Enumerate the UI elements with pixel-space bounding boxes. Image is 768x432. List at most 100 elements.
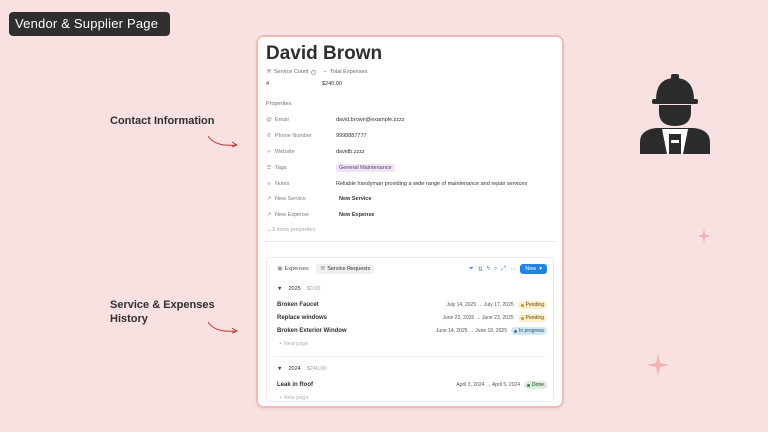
- tag-general-maintenance[interactable]: General Maintenance: [336, 164, 395, 172]
- group-amount: $240.00: [306, 366, 327, 372]
- page-badge-title: Vendor & Supplier Page: [9, 12, 170, 36]
- new-service-link[interactable]: New Service: [336, 195, 374, 203]
- filter-icon[interactable]: ⏷: [469, 266, 474, 273]
- new-page-button[interactable]: + New page: [279, 341, 309, 347]
- total-expenses-label[interactable]: ⌁ Total Expenses: [322, 69, 367, 75]
- more-properties-toggle[interactable]: ⌄ 3 more properties: [266, 225, 556, 235]
- properties-heading: Properties: [266, 101, 292, 107]
- text-icon: ≡: [267, 181, 271, 187]
- status-badge: Pending: [517, 314, 547, 322]
- history-label-line1: Service & Expenses: [110, 299, 215, 311]
- property-website[interactable]: ∞ Website davidb.zzzz: [266, 147, 556, 157]
- sparkle-icon: [647, 354, 669, 376]
- chevron-down-icon[interactable]: ▾: [539, 266, 542, 272]
- property-key: New Service: [275, 196, 306, 202]
- history-label: Service & Expenses History: [110, 298, 215, 326]
- status-text: Pending: [525, 302, 544, 308]
- sparkle-icon: [697, 229, 711, 243]
- property-key: Email: [275, 117, 289, 123]
- new-expense-link[interactable]: New Expense: [336, 211, 377, 219]
- caret-down-icon[interactable]: ▼: [277, 286, 282, 292]
- task-dates: July 14, 2025 → July 17, 2025: [446, 302, 514, 308]
- new-page-label: New page: [283, 341, 309, 347]
- task-name[interactable]: Broken Faucet: [277, 302, 446, 308]
- table-row[interactable]: Broken Faucet July 14, 2025 → July 17, 2…: [277, 300, 547, 310]
- group-year: 2025: [288, 286, 301, 292]
- info-icon[interactable]: [310, 69, 316, 75]
- phone-icon: ✆: [266, 133, 272, 139]
- phone-value[interactable]: 9998887777: [336, 133, 367, 139]
- table-row[interactable]: Replace windows June 23, 2025 → June 23,…: [277, 313, 547, 323]
- property-email[interactable]: @ Email david.brown@example.zzzz: [266, 115, 556, 125]
- tab-label: Expenses: [284, 266, 309, 272]
- database-toolbar: ⏷ ⇅ ϟ ⌕ ⤢ ⋯ New ▾: [469, 264, 547, 274]
- tab-label: Service Requests: [327, 266, 371, 272]
- service-count-value: 4: [266, 81, 270, 87]
- status-badge: Done: [524, 381, 547, 389]
- list-icon: ☰: [266, 165, 272, 171]
- task-name[interactable]: Leak in Roof: [277, 382, 456, 388]
- task-dates: April 3, 2024 → April 5, 2024: [456, 382, 521, 388]
- property-key: Notes: [275, 181, 290, 187]
- construction-worker-icon: [640, 74, 710, 154]
- website-value[interactable]: davidb.zzzz: [336, 149, 365, 155]
- linked-database: ▣ Expenses ⚒ Service Requests ⏷ ⇅ ϟ ⌕ ⤢ …: [266, 257, 554, 402]
- new-button-label: New: [525, 266, 537, 272]
- property-tags[interactable]: ☰ Tags General Maintenance: [266, 163, 556, 173]
- vendor-page-card: David Brown ⚒ Service Count 4 ⌁ Total Ex…: [258, 37, 562, 406]
- link-icon: ∞: [267, 149, 271, 155]
- wrench-icon: ⚒: [266, 69, 272, 75]
- status-text: Done: [532, 382, 544, 388]
- plus-icon: +: [279, 395, 283, 401]
- total-expenses-text: Total Expenses: [330, 69, 368, 75]
- group-divider: [275, 356, 545, 357]
- new-page-label: New page: [283, 395, 309, 401]
- group-year: 2024: [288, 366, 301, 372]
- status-badge: Pending: [517, 301, 547, 309]
- notes-value[interactable]: Reliable handyman providing a wide range…: [336, 181, 527, 187]
- at-icon: @: [266, 117, 272, 123]
- service-count-label[interactable]: ⚒ Service Count: [266, 69, 316, 75]
- property-new-expense[interactable]: ↗ New Expense New Expense: [266, 210, 556, 220]
- task-dates: June 14, 2025 → June 18, 2025: [435, 328, 507, 334]
- group-header-2024[interactable]: ▼ 2024 $240.00: [277, 366, 327, 372]
- property-key: Website: [275, 149, 295, 155]
- status-text: In progress: [518, 328, 544, 334]
- new-page-button[interactable]: + New page: [279, 395, 309, 401]
- history-label-line2: History: [110, 313, 148, 325]
- relation-icon: ↗: [266, 196, 272, 202]
- email-value[interactable]: david.brown@example.zzzz: [336, 117, 405, 123]
- contact-information-label: Contact Information: [110, 115, 215, 127]
- task-dates: June 23, 2025 → June 23, 2025: [442, 315, 514, 321]
- table-row[interactable]: Leak in Roof April 3, 2024 → April 5, 20…: [277, 380, 547, 390]
- property-new-service[interactable]: ↗ New Service New Service: [266, 194, 556, 204]
- new-button[interactable]: New ▾: [520, 264, 547, 274]
- property-notes[interactable]: ≡ Notes Reliable handyman providing a wid…: [266, 179, 556, 189]
- status-badge: In progress: [510, 327, 547, 335]
- tab-expenses[interactable]: ▣ Expenses: [273, 264, 313, 274]
- table-row[interactable]: Broken Exterior Window June 14, 2025 → J…: [277, 326, 547, 336]
- task-name[interactable]: Broken Exterior Window: [277, 328, 436, 334]
- box-icon: ▣: [277, 266, 283, 272]
- task-name[interactable]: Replace windows: [277, 315, 442, 321]
- wrench-icon: ⚒: [320, 266, 326, 272]
- history-arrow-icon: [207, 321, 239, 334]
- search-icon[interactable]: ⌕: [494, 266, 497, 273]
- status-text: Pending: [525, 315, 544, 321]
- more-properties-text: 3 more properties: [272, 227, 316, 233]
- more-options-icon[interactable]: ⋯: [510, 266, 516, 273]
- group-header-2025[interactable]: ▼ 2025 $0.00: [277, 286, 320, 292]
- tab-service-requests[interactable]: ⚒ Service Requests: [315, 264, 375, 274]
- total-expenses-value: $240.00: [322, 81, 342, 87]
- caret-down-icon[interactable]: ▼: [277, 366, 282, 372]
- tag-icon: ⌁: [323, 69, 327, 75]
- lightning-icon[interactable]: ϟ: [487, 266, 490, 272]
- property-phone[interactable]: ✆ Phone Number 9998887777: [266, 131, 556, 141]
- section-divider: [264, 241, 556, 242]
- expand-icon[interactable]: ⤢: [501, 266, 506, 273]
- relation-icon: ↗: [266, 212, 272, 218]
- property-key: Phone Number: [275, 133, 312, 139]
- plus-icon: +: [279, 341, 283, 347]
- sort-icon[interactable]: ⇅: [478, 266, 483, 273]
- contact-arrow-icon: [207, 135, 239, 148]
